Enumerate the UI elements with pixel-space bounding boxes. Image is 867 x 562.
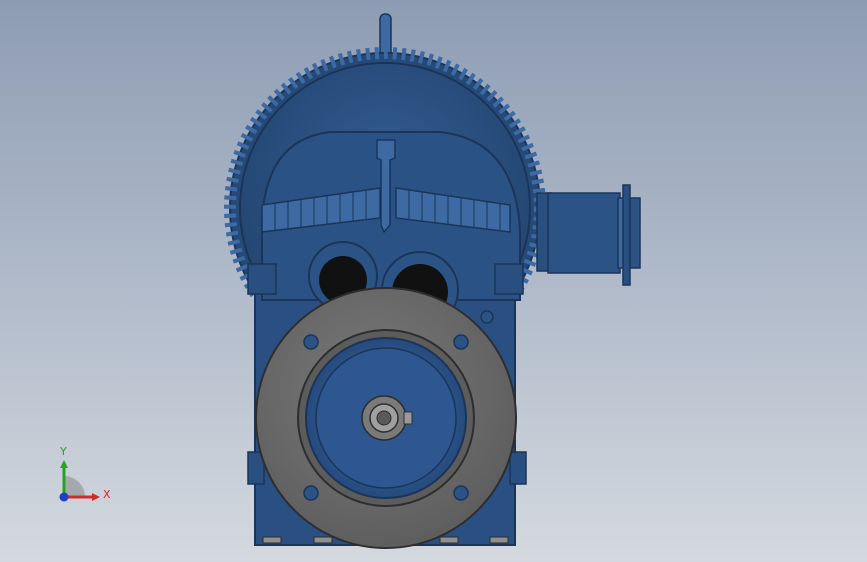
input-flange — [536, 184, 641, 286]
gearbox-model[interactable] — [0, 0, 867, 562]
y-axis-label: Y — [59, 445, 67, 458]
x-axis-arrow — [92, 493, 100, 501]
y-axis-arrow — [60, 460, 68, 468]
z-axis-dot — [59, 492, 69, 502]
coordinate-triad: X Y — [59, 445, 111, 502]
x-axis-label: X — [103, 488, 111, 501]
graphics-viewport[interactable]: X Y — [0, 0, 867, 562]
